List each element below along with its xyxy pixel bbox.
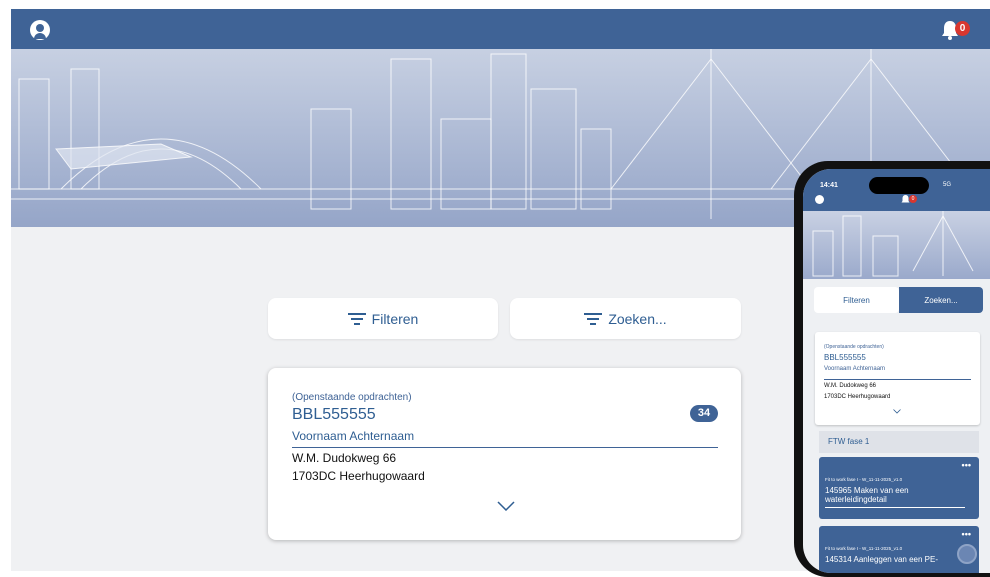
task-subtitle: Fit to work fase I - W_11-11-2025_v1.0 <box>825 477 903 482</box>
more-icon[interactable]: ••• <box>962 460 971 470</box>
phone-order-code: BBL555555 <box>824 353 866 362</box>
phone-notification-badge: 0 <box>909 195 917 203</box>
filter-button[interactable]: Filteren <box>268 298 498 339</box>
task-subtitle: Fit to work fase I - W_11-11-2025_v1.0 <box>825 546 903 551</box>
filter-icon <box>347 312 366 325</box>
phone-city-illustration <box>812 211 974 277</box>
phone-clock: 14:41 <box>820 182 838 189</box>
phone-task-card[interactable]: ••• Fit to work fase I - W_11-11-2025_v1… <box>819 457 979 519</box>
more-icon[interactable]: ••• <box>962 529 971 539</box>
contact-name: Voornaam Achternaam <box>292 429 415 443</box>
order-card[interactable]: (Openstaande opdrachten) BBL555555 34 Vo… <box>268 368 741 540</box>
divider <box>292 447 718 448</box>
top-bar: 0 <box>11 9 990 49</box>
order-count-badge: 34 <box>690 405 718 422</box>
phone-top-bar: 14:41 5G 0 <box>803 169 990 211</box>
phone-contact-name: Voornaam Achternaam <box>824 366 886 372</box>
phone-filter-button[interactable]: Filteren <box>814 287 899 313</box>
search-button[interactable]: Zoeken... <box>510 298 741 339</box>
phone-search-button[interactable]: Zoeken... <box>899 287 983 313</box>
address-line-1: W.M. Dudokweg 66 <box>292 451 397 465</box>
phone-address-line-1: W.M. Dudokweg 66 <box>824 383 877 389</box>
order-code: BBL555555 <box>292 406 376 423</box>
dynamic-island <box>869 177 929 194</box>
phone-section-title[interactable]: FTW fase 1 <box>819 431 979 453</box>
address-line-2: 1703DC Heerhugowaard <box>292 469 425 483</box>
user-avatar-icon[interactable] <box>30 20 50 40</box>
phone-avatar-icon[interactable] <box>815 195 824 204</box>
phone-screen: 14:41 5G 0 Filteren Zoeken... (Openstaan… <box>803 169 990 573</box>
phone-order-card[interactable]: (Openstaande opdrachten) BBL555555 Voorn… <box>815 332 980 425</box>
phone-address-line-2: 1703DC Heerhugowaard <box>824 394 891 400</box>
phone-hero-banner <box>803 211 990 279</box>
order-category: (Openstaande opdrachten) <box>292 392 412 403</box>
phone-order-category: (Openstaande opdrachten) <box>824 344 884 350</box>
filter-button-label: Filteren <box>371 310 419 327</box>
filter-icon <box>584 312 603 325</box>
search-button-label: Zoeken... <box>608 310 667 327</box>
phone-task-card[interactable]: ••• Fit to work fase I - W_11-11-2025_v1… <box>819 526 979 573</box>
task-title: 145965 Maken van een waterleidingdetail <box>825 486 909 504</box>
task-title: 145314 Aanleggen van een PE- <box>825 555 938 564</box>
phone-signal: 5G <box>943 182 952 188</box>
chevron-down-icon[interactable] <box>497 501 515 511</box>
task-divider <box>825 507 965 508</box>
notification-badge: 0 <box>955 21 970 36</box>
phone-divider <box>824 379 971 380</box>
chat-help-icon[interactable] <box>957 544 977 564</box>
phone-chevron-down-icon[interactable] <box>893 409 901 414</box>
phone-mockup: 14:41 5G 0 Filteren Zoeken... (Openstaan… <box>794 161 990 577</box>
